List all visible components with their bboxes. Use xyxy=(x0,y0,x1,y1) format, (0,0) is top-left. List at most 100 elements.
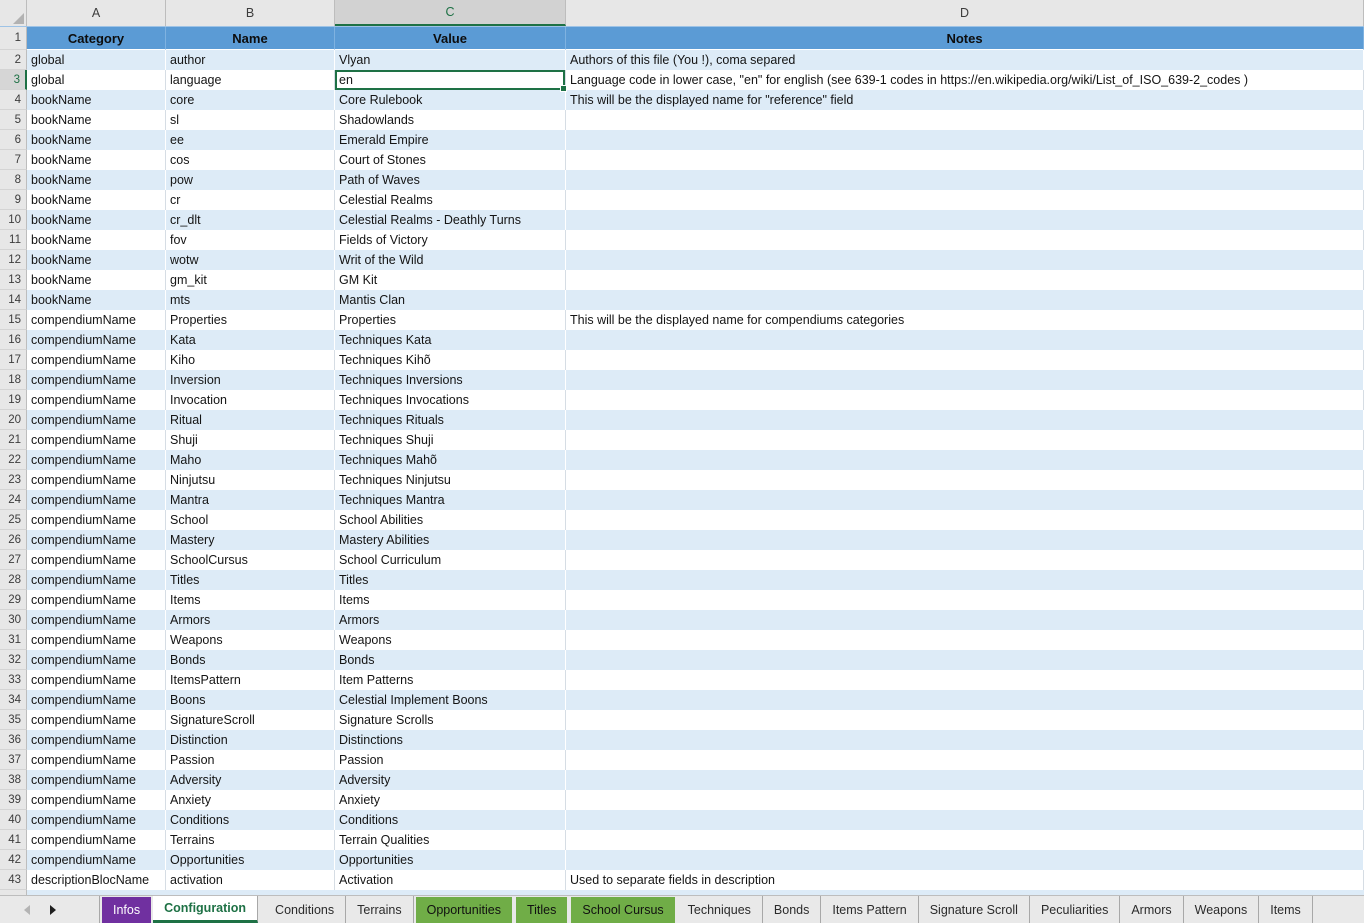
cell-notes[interactable] xyxy=(566,470,1364,490)
cell-category[interactable]: bookName xyxy=(27,170,166,190)
cell-value[interactable]: Core Rulebook xyxy=(335,90,566,110)
cell-category[interactable]: compendiumName xyxy=(27,570,166,590)
cell-name[interactable]: cr_dlt xyxy=(166,210,335,230)
cell-notes[interactable] xyxy=(566,850,1364,870)
row-number[interactable]: 10 xyxy=(0,210,27,230)
row-number[interactable]: 33 xyxy=(0,670,27,690)
cell-name[interactable]: ItemsPattern xyxy=(166,670,335,690)
row-number[interactable]: 23 xyxy=(0,470,27,490)
cell-name[interactable]: language xyxy=(166,70,335,90)
cell-notes[interactable] xyxy=(566,270,1364,290)
cell-value[interactable]: Court of Stones xyxy=(335,150,566,170)
row-number[interactable]: 8 xyxy=(0,170,27,190)
row-number[interactable]: 21 xyxy=(0,430,27,450)
cell-category[interactable]: bookName xyxy=(27,190,166,210)
cell-category[interactable]: compendiumName xyxy=(27,710,166,730)
cell-value[interactable]: Path of Waves xyxy=(335,170,566,190)
cell-name[interactable]: Properties xyxy=(166,310,335,330)
cell-category[interactable]: compendiumName xyxy=(27,610,166,630)
row-number[interactable]: 17 xyxy=(0,350,27,370)
cell-value[interactable]: School Curriculum xyxy=(335,550,566,570)
cell-name[interactable]: Ritual xyxy=(166,410,335,430)
row-number[interactable]: 20 xyxy=(0,410,27,430)
cell-category[interactable]: compendiumName xyxy=(27,450,166,470)
cell-notes[interactable] xyxy=(566,830,1364,850)
cell-name[interactable]: activation xyxy=(166,870,335,890)
cell-value[interactable]: Item Patterns xyxy=(335,670,566,690)
cell-notes[interactable] xyxy=(566,190,1364,210)
cell-notes[interactable] xyxy=(566,590,1364,610)
column-header-a[interactable]: A xyxy=(27,0,166,26)
cell-name[interactable]: Mantra xyxy=(166,490,335,510)
row-number[interactable]: 18 xyxy=(0,370,27,390)
cell-category[interactable]: compendiumName xyxy=(27,410,166,430)
row-number[interactable]: 35 xyxy=(0,710,27,730)
cell-category[interactable]: compendiumName xyxy=(27,670,166,690)
row-number[interactable]: 15 xyxy=(0,310,27,330)
cell-value[interactable]: Vlyan xyxy=(335,50,566,70)
cell-value[interactable]: Titles xyxy=(335,570,566,590)
cell-notes[interactable] xyxy=(566,370,1364,390)
cell-notes[interactable] xyxy=(566,330,1364,350)
sheet-tab-weapons[interactable]: Weapons xyxy=(1184,896,1260,923)
cell-notes[interactable] xyxy=(566,610,1364,630)
row-number[interactable]: 4 xyxy=(0,90,27,110)
cell-value[interactable]: Mantis Clan xyxy=(335,290,566,310)
cell-name[interactable]: Adversity xyxy=(166,770,335,790)
cell-notes[interactable] xyxy=(566,730,1364,750)
cell-category[interactable]: compendiumName xyxy=(27,830,166,850)
cell-value[interactable]: Properties xyxy=(335,310,566,330)
cell-name[interactable]: Kata xyxy=(166,330,335,350)
cell-notes[interactable]: This will be the displayed name for "ref… xyxy=(566,90,1364,110)
row-number[interactable]: 1 xyxy=(0,27,27,50)
cell-notes[interactable] xyxy=(566,290,1364,310)
cell-value[interactable]: Techniques Shuji xyxy=(335,430,566,450)
cell-category[interactable]: compendiumName xyxy=(27,490,166,510)
row-number[interactable]: 26 xyxy=(0,530,27,550)
cell-name[interactable]: wotw xyxy=(166,250,335,270)
cell-category[interactable]: bookName xyxy=(27,290,166,310)
cell-category[interactable]: compendiumName xyxy=(27,630,166,650)
cell-value[interactable]: Anxiety xyxy=(335,790,566,810)
cell-category[interactable]: compendiumName xyxy=(27,370,166,390)
cell-notes[interactable]: Used to separate fields in description xyxy=(566,870,1364,890)
cell-notes[interactable] xyxy=(566,750,1364,770)
cell-notes[interactable] xyxy=(566,450,1364,470)
cell-category[interactable]: compendiumName xyxy=(27,310,166,330)
cell-category[interactable]: bookName xyxy=(27,210,166,230)
column-header-b[interactable]: B xyxy=(166,0,335,26)
cell-notes[interactable] xyxy=(566,770,1364,790)
cell-category[interactable]: bookName xyxy=(27,130,166,150)
sheet-tab-items[interactable]: Items xyxy=(1259,896,1313,923)
cell-category[interactable]: compendiumName xyxy=(27,350,166,370)
cell-value[interactable]: Weapons xyxy=(335,630,566,650)
row-number[interactable]: 28 xyxy=(0,570,27,590)
cell-value[interactable]: Bonds xyxy=(335,650,566,670)
header-cell-name[interactable]: Name xyxy=(166,27,335,50)
cell-value[interactable]: Celestial Realms - Deathly Turns xyxy=(335,210,566,230)
header-cell-value[interactable]: Value xyxy=(335,27,566,50)
cell-category[interactable]: bookName xyxy=(27,150,166,170)
cell-value[interactable]: Items xyxy=(335,590,566,610)
header-cell-category[interactable]: Category xyxy=(27,27,166,50)
cell-notes[interactable] xyxy=(566,210,1364,230)
cell-value[interactable]: Conditions xyxy=(335,810,566,830)
tabs-scroll-right-icon[interactable] xyxy=(50,905,56,915)
cell-value[interactable]: Techniques Kata xyxy=(335,330,566,350)
cell-notes[interactable] xyxy=(566,410,1364,430)
cell-category[interactable]: bookName xyxy=(27,250,166,270)
cell-category[interactable]: compendiumName xyxy=(27,790,166,810)
cell-value[interactable]: Techniques Invocations xyxy=(335,390,566,410)
sheet-tab-techniques[interactable]: Techniques xyxy=(677,896,763,923)
cell-name[interactable]: School xyxy=(166,510,335,530)
cell-notes[interactable] xyxy=(566,810,1364,830)
cell-notes[interactable]: This will be the displayed name for comp… xyxy=(566,310,1364,330)
row-number[interactable]: 13 xyxy=(0,270,27,290)
cell-name[interactable]: Bonds xyxy=(166,650,335,670)
cell-value[interactable]: Techniques Mahõ xyxy=(335,450,566,470)
column-header-d[interactable]: D xyxy=(566,0,1364,26)
cell-name[interactable]: fov xyxy=(166,230,335,250)
cell-notes[interactable] xyxy=(566,530,1364,550)
row-number[interactable]: 22 xyxy=(0,450,27,470)
row-number[interactable]: 19 xyxy=(0,390,27,410)
